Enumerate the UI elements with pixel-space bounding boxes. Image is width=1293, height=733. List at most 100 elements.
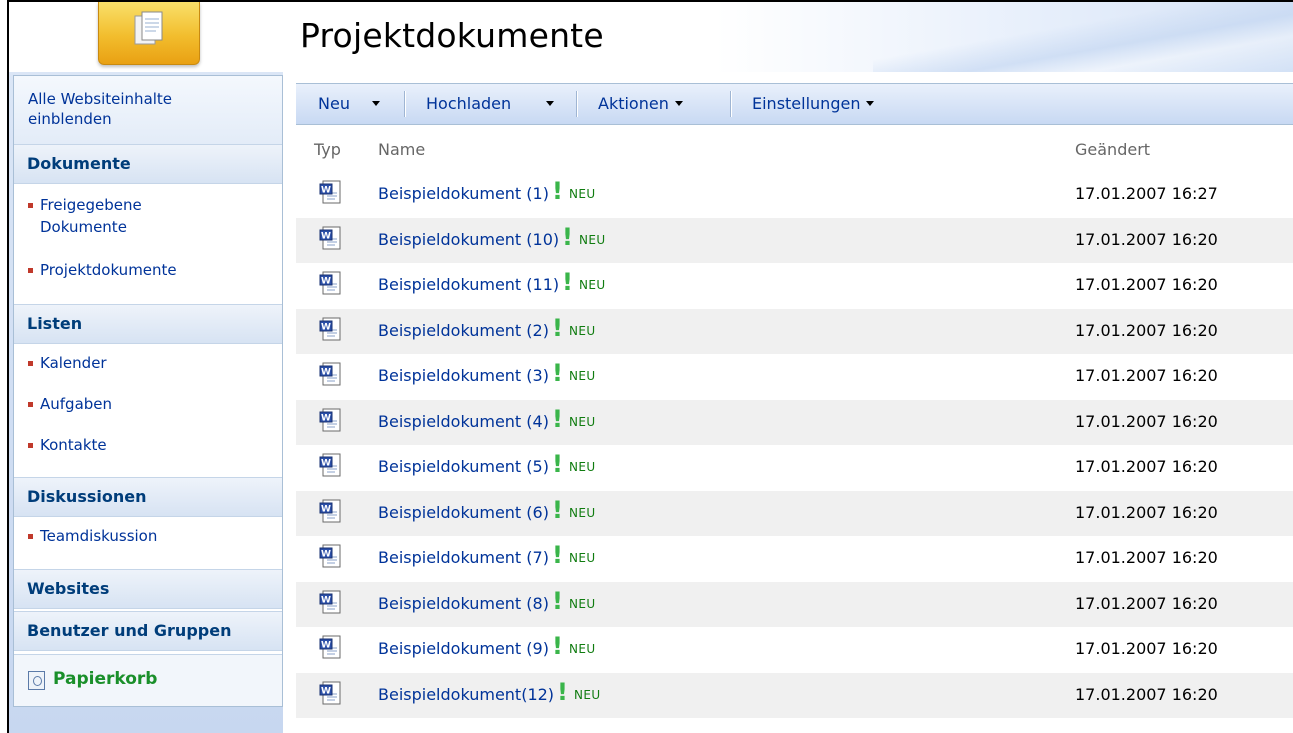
new-item-exclamation-icon: ! [552, 586, 563, 615]
nav-section-benutzer-und-gruppen[interactable]: Benutzer und Gruppen [14, 611, 282, 651]
new-badge: NEU [579, 278, 606, 292]
page-frame: Projektdokumente Alle Websiteinhalte ein… [0, 0, 1293, 733]
document-name-link[interactable]: Beispieldokument (5) [378, 457, 549, 476]
svg-text:W: W [321, 504, 331, 514]
new-badge: NEU [569, 642, 596, 656]
column-header-name[interactable]: Name [378, 140, 425, 159]
svg-text:W: W [321, 686, 331, 696]
sidebar-item-label[interactable]: Freigegebene Dokumente [28, 194, 228, 238]
table-row[interactable]: W Beispieldokument (8)! NEU 17.01.2007 16:2… [296, 581, 1293, 627]
document-name-link[interactable]: Beispieldokument (11) [378, 275, 559, 294]
document-name-link[interactable]: Beispieldokument(12) [378, 685, 554, 704]
new-item-exclamation-icon: ! [552, 495, 563, 524]
word-document-icon[interactable]: W [318, 179, 344, 207]
modified-date: 17.01.2007 16:20 [1075, 275, 1218, 294]
word-document-icon[interactable]: W [318, 498, 344, 526]
word-document-icon[interactable]: W [318, 225, 344, 253]
word-document-icon[interactable]: W [318, 543, 344, 571]
nav-section-diskussionen[interactable]: Diskussionen [14, 477, 282, 517]
recycle-bin-link[interactable]: Papierkorb [14, 654, 282, 706]
settings-menu-label[interactable]: Einstellungen [752, 94, 860, 113]
actions-menu-label[interactable]: Aktionen [598, 94, 669, 113]
new-button[interactable]: Neu [318, 94, 350, 113]
table-row[interactable]: W Beispieldokument (1)! NEU 17.01.2007 16:2… [296, 172, 1293, 217]
nav-section-dokumente[interactable]: Dokumente [14, 144, 282, 184]
sidebar-item-kontakte[interactable]: Kontakte [28, 434, 107, 456]
settings-menu[interactable]: Einstellungen [752, 94, 875, 113]
word-document-icon[interactable]: W [318, 634, 344, 662]
table-row[interactable]: W Beispieldokument (7)! NEU 17.01.2007 16:2… [296, 536, 1293, 581]
document-name-link[interactable]: Beispieldokument (4) [378, 412, 549, 431]
all-site-content-label[interactable]: Alle Websiteinhalte einblenden [28, 89, 258, 129]
table-row[interactable]: W Beispieldokument (11)! NEU 17.01.2007 16:… [296, 263, 1293, 308]
table-row[interactable]: W Beispieldokument(12)! NEU 17.01.2007 16:2… [296, 672, 1293, 718]
sidebar-item-aufgaben[interactable]: Aufgaben [28, 393, 112, 415]
bullet-icon [28, 268, 33, 273]
modified-date: 17.01.2007 16:20 [1075, 411, 1218, 431]
nav-section-title[interactable]: Diskussionen [27, 487, 146, 506]
new-item-exclamation-icon: ! [562, 222, 573, 251]
sidebar-item-kalender[interactable]: Kalender [28, 352, 107, 374]
nav-section-title[interactable]: Listen [27, 314, 82, 333]
nav-section-title[interactable]: Websites [27, 579, 109, 598]
word-document-icon[interactable]: W [318, 316, 344, 344]
new-item-exclamation-icon: ! [562, 268, 573, 296]
word-document-icon[interactable]: W [318, 680, 344, 708]
sidebar-item-label[interactable]: Kalender [28, 352, 107, 374]
table-row[interactable]: W Beispieldokument (10)! NEU 17.01.2007 16:… [296, 217, 1293, 263]
all-site-content-link[interactable]: Alle Websiteinhalte einblenden [14, 76, 282, 145]
word-document-icon[interactable]: W [318, 589, 344, 617]
document-name-link[interactable]: Beispieldokument (7) [378, 548, 549, 567]
new-item-exclamation-icon: ! [552, 313, 563, 342]
document-name-link[interactable]: Beispieldokument (3) [378, 366, 549, 385]
column-header-modified[interactable]: Geändert [1075, 140, 1150, 159]
document-name-link[interactable]: Beispieldokument (8) [378, 594, 549, 613]
sidebar-item-label[interactable]: Kontakte [28, 434, 107, 456]
nav-section-websites[interactable]: Websites [14, 569, 282, 609]
toolbar-separator [576, 91, 577, 117]
actions-menu[interactable]: Aktionen [598, 94, 683, 113]
upload-dropdown-caret-icon[interactable] [546, 101, 554, 106]
document-name-link[interactable]: Beispieldokument (2) [378, 321, 549, 340]
table-row[interactable]: W Beispieldokument (2)! NEU 17.01.2007 16:2… [296, 308, 1293, 354]
word-document-icon[interactable]: W [318, 270, 344, 298]
nav-section-title[interactable]: Dokumente [27, 154, 131, 173]
bullet-icon [28, 203, 33, 208]
sidebar-item-projektdokumente[interactable]: Projektdokumente [28, 259, 177, 281]
sidebar-item-label[interactable]: Projektdokumente [28, 259, 177, 281]
modified-date: 17.01.2007 16:20 [1075, 229, 1218, 249]
new-badge: NEU [569, 551, 596, 565]
table-row[interactable]: W Beispieldokument (6)! NEU 17.01.2007 16:2… [296, 490, 1293, 536]
new-dropdown-caret-icon[interactable] [372, 101, 380, 106]
new-button-label[interactable]: Neu [318, 94, 350, 113]
table-row[interactable]: W Beispieldokument (5)! NEU 17.01.2007 16:2… [296, 445, 1293, 490]
document-name-link[interactable]: Beispieldokument (1) [378, 184, 549, 203]
modified-date: 17.01.2007 16:20 [1075, 639, 1218, 658]
word-document-icon[interactable]: W [318, 407, 344, 435]
new-item-exclamation-icon: ! [557, 677, 568, 706]
sidebar-item-teamdiskussion[interactable]: Teamdiskussion [28, 525, 157, 547]
document-name-link[interactable]: Beispieldokument (10) [378, 230, 559, 249]
new-badge: NEU [569, 505, 596, 520]
nav-section-title[interactable]: Benutzer und Gruppen [27, 621, 231, 640]
table-row[interactable]: W Beispieldokument (3)! NEU 17.01.2007 16:2… [296, 354, 1293, 399]
word-document-icon[interactable]: W [318, 361, 344, 389]
sidebar-item-freigegebene-dokumente[interactable]: Freigegebene Dokumente [28, 194, 228, 238]
new-item-exclamation-icon: ! [552, 359, 563, 387]
sidebar-item-label[interactable]: Teamdiskussion [28, 525, 157, 547]
column-header-type[interactable]: Typ [314, 140, 341, 159]
list-toolbar: Neu Hochladen Aktionen Einstellungen [296, 83, 1293, 125]
upload-button-label[interactable]: Hochladen [426, 94, 511, 113]
table-row[interactable]: W Beispieldokument (4)! NEU 17.01.2007 16:2… [296, 399, 1293, 445]
upload-button[interactable]: Hochladen [426, 94, 511, 113]
table-row[interactable]: W Beispieldokument (9)! NEU 17.01.2007 16:2… [296, 627, 1293, 672]
sidebar-item-label[interactable]: Aufgaben [28, 393, 112, 415]
document-name-link[interactable]: Beispieldokument (6) [378, 503, 549, 522]
word-document-icon[interactable]: W [318, 452, 344, 480]
svg-text:W: W [321, 231, 331, 241]
document-name-link[interactable]: Beispieldokument (9) [378, 639, 549, 658]
recycle-bin-label[interactable]: Papierkorb [53, 669, 157, 689]
frame-border-top [7, 0, 1293, 2]
modified-date: 17.01.2007 16:27 [1075, 184, 1218, 203]
nav-section-listen[interactable]: Listen [14, 304, 282, 344]
